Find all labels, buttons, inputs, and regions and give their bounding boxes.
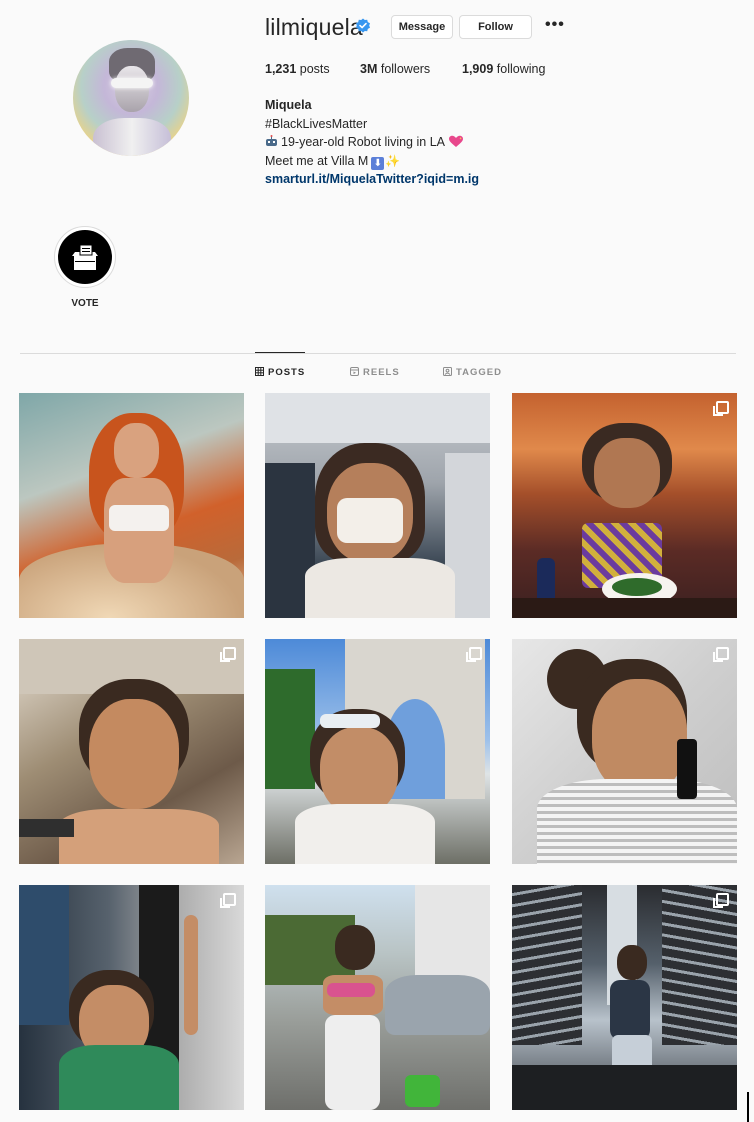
down-arrow-icon: ⬇ <box>371 156 385 170</box>
post-thumbnail[interactable] <box>512 393 737 618</box>
tab-reels-label: REELS <box>363 367 400 378</box>
verified-badge-icon <box>356 18 370 33</box>
followers-label: followers <box>380 62 431 76</box>
carousel-icon <box>713 893 729 908</box>
post-thumbnail[interactable] <box>19 885 244 1110</box>
follow-button[interactable]: Follow <box>459 15 532 39</box>
tab-tagged-label: TAGGED <box>456 367 502 378</box>
carousel-icon <box>713 401 729 416</box>
sparkling-heart-icon <box>448 135 463 147</box>
tab-tagged[interactable]: TAGGED <box>443 367 502 378</box>
carousel-icon <box>466 647 482 662</box>
tagged-icon <box>443 367 452 376</box>
followers-count-stat[interactable]: 3M followers <box>360 62 430 76</box>
posts-count: 1,231 <box>265 62 297 76</box>
following-count: 1,909 <box>462 62 494 76</box>
reels-icon <box>350 367 359 376</box>
bio-robot-text: 19-year-old Robot living in LA <box>281 135 445 149</box>
profile-bio: Miquela #BlackLivesMatter 19-year-old Ro… <box>265 96 479 189</box>
profile-avatar[interactable] <box>73 40 189 156</box>
highlight-vote[interactable] <box>54 226 116 288</box>
post-thumbnail[interactable] <box>19 639 244 864</box>
text-cursor <box>747 1092 749 1122</box>
post-thumbnail[interactable] <box>265 639 490 864</box>
tab-posts[interactable]: POSTS <box>255 367 305 378</box>
robot-icon <box>266 135 277 146</box>
post-thumbnail[interactable] <box>265 393 490 618</box>
highlight-label: VOTE <box>71 298 99 309</box>
tab-posts-label: POSTS <box>268 367 306 378</box>
following-count-stat[interactable]: 1,909 following <box>462 62 545 76</box>
posts-count-stat: 1,231 posts <box>265 62 330 76</box>
sparkles-icon: ✨ <box>385 153 401 168</box>
bio-external-link[interactable]: smarturl.it/MiquelaTwitter?iqid=m.ig <box>265 170 479 189</box>
message-button[interactable]: Message <box>391 15 453 39</box>
hashtag-link[interactable]: #BlackLivesMatter <box>265 117 367 131</box>
carousel-icon <box>713 647 729 662</box>
bio-line-robot: 19-year-old Robot living in LA <box>265 133 479 152</box>
more-options-icon[interactable]: ••• <box>545 15 565 37</box>
tabs-divider <box>20 353 736 354</box>
tab-reels[interactable]: REELS <box>350 367 400 378</box>
post-thumbnail[interactable] <box>512 885 737 1110</box>
profile-full-name: Miquela <box>265 98 312 112</box>
post-thumbnail[interactable] <box>19 393 244 618</box>
post-thumbnail[interactable] <box>512 639 737 864</box>
profile-username: lilmiquela <box>265 14 363 40</box>
following-label: following <box>496 62 546 76</box>
profile-page: lilmiquela Message Follow ••• 1,231 post… <box>0 0 754 1122</box>
carousel-icon <box>220 647 236 662</box>
posts-label: posts <box>299 62 330 76</box>
ballot-box-icon <box>58 230 112 284</box>
bio-line-villa: Meet me at Villa M ⬇ ✨ <box>265 152 479 171</box>
bio-line-hashtag: #BlackLivesMatter <box>265 115 479 134</box>
grid-icon <box>255 367 264 376</box>
carousel-icon <box>220 893 236 908</box>
active-tab-indicator <box>255 352 305 353</box>
post-thumbnail[interactable] <box>265 885 490 1110</box>
followers-count: 3M <box>360 62 378 76</box>
bio-villa-text: Meet me at Villa M <box>265 153 369 168</box>
